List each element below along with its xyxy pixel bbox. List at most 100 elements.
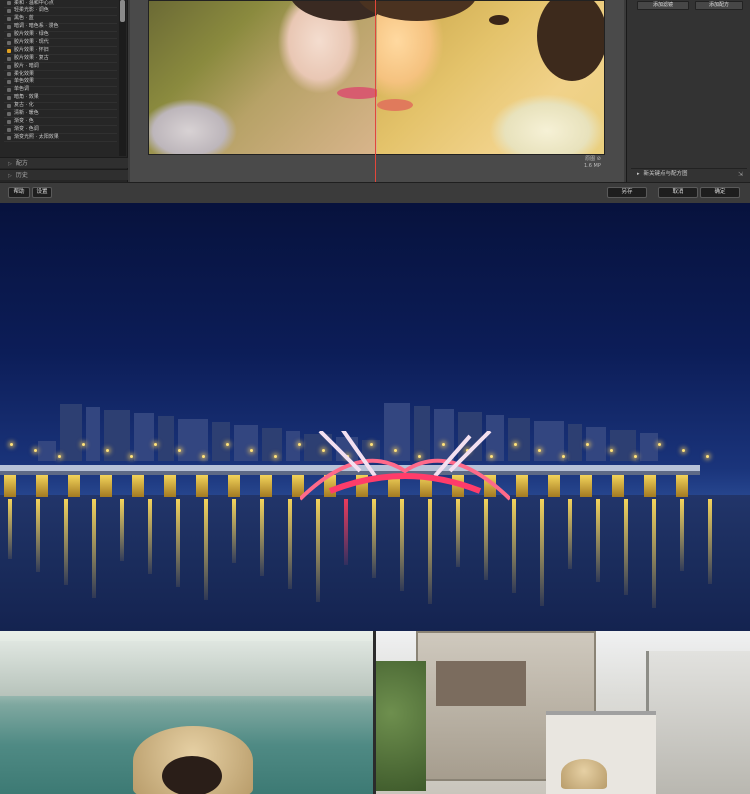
reflection-streak [92,499,96,598]
ok-button[interactable]: 确定 [700,187,740,198]
preset-bullet-icon [7,1,11,6]
reflection-streak [64,499,68,585]
preset-bullet-icon [7,111,11,116]
reflection-streak [176,499,180,587]
reflection-streak [456,499,460,567]
reflection-streak [204,499,208,600]
eye-shape [489,15,509,25]
pier-shape [68,475,80,497]
pier-shape [260,475,272,497]
pier-shape [580,475,592,497]
lamp-light [538,449,541,452]
lamp-light [82,443,85,446]
lamp-light [706,455,709,458]
pier-shape [36,475,48,497]
building-shape [640,433,658,461]
preset-bullet-icon [7,96,11,101]
history-label: 历史 [15,172,28,179]
save-as-button[interactable]: 另存 [607,187,647,198]
lamp-light [154,443,157,446]
preset-bullet-icon [7,135,11,140]
reflection-streak [316,499,320,602]
preset-bullet-icon [7,88,11,93]
reflection-streak [372,499,376,578]
reflection-streak [8,499,12,559]
lamp-light [250,449,253,452]
girl-photo-left [0,631,373,794]
pier-shape [676,475,688,497]
hair-shape [537,1,604,81]
image-size-label: 1.6 MP [584,163,601,169]
pier-shape [4,475,16,497]
lamp-light [34,449,37,452]
split-preview-photo[interactable] [148,0,605,155]
settings-button[interactable]: 设置 [32,187,52,198]
pier-shape [644,475,656,497]
reflection-streak [232,499,236,563]
building-shape [586,427,606,461]
keypoint-row[interactable]: ▸ 新关键点与配方图 ⇲ [631,168,747,179]
reflection-streak [148,499,152,574]
reflection-streak [288,499,292,589]
recipes-row[interactable]: ▷ 配方 [0,157,128,168]
lips-shape [377,99,413,111]
add-recipe-button[interactable]: 添加配方 [695,1,743,10]
reflection-streak [428,499,432,604]
lamp-light [106,449,109,452]
reflection-streak [260,499,264,576]
expand-arrow-icon: ▸ [637,171,640,177]
reflection-streak [624,499,628,595]
preset-bullet-icon [7,17,11,22]
building-shape [262,428,282,461]
add-filter-button[interactable]: 添加滤镜 [637,1,689,10]
lamp-light [202,455,205,458]
building-shape [212,422,230,461]
window-shape [436,661,526,706]
preset-bullet-icon [7,48,11,53]
photo-editor-window: 柔和 · 温和中心点 轻柔光影 · 调色 黑色 · 蓝暗调 · 暗色系 · 漫色 胶片… [0,0,750,203]
preset-item-label: 黑色 · 蓝 [14,15,34,22]
keypoint-label: 新关键点与配方图 [643,171,688,177]
screenshot-root: 柔和 · 温和中心点 轻柔光影 · 调色 黑色 · 蓝暗调 · 暗色系 · 漫色 胶片… [0,0,750,794]
reflection-streak [36,499,40,572]
preset-scrollbar[interactable] [119,0,126,156]
reflection-streak [400,499,404,591]
resize-corner-icon: ⇲ [737,171,743,178]
bridge-arch [300,431,510,501]
reflection-streak [120,499,124,561]
reflection-streak [708,499,712,584]
cancel-button[interactable]: 取消 [658,187,698,198]
reflection-streak [344,499,348,565]
building-shape [646,651,750,794]
help-button[interactable]: 帮助 [8,187,30,198]
lamp-light [562,455,565,458]
preset-item-label: 暗调 · 暗色系 · 漫色 [14,23,59,30]
pier-shape [612,475,624,497]
lamp-light [658,443,661,446]
reflection-streak [596,499,600,582]
preset-item[interactable]: 渐变光照 · 太阳效果 [4,133,117,143]
preset-bullet-icon [7,127,11,132]
lamp-light [130,455,133,458]
preset-item-label: 渐变光照 · 太阳效果 [14,133,59,140]
preset-bullet-icon [7,33,11,37]
pier-shape [516,475,528,497]
bottom-toolbar: 帮助 设置 另存 取消 确定 [0,182,750,203]
expand-arrow-icon: ▷ [8,173,12,179]
building-shape [60,404,82,461]
lamp-light [514,443,517,446]
preset-list: 柔和 · 温和中心点 轻柔光影 · 调色 黑色 · 蓝暗调 · 暗色系 · 漫色 胶片… [4,0,117,156]
original-label: 原图 ⊘ [585,156,601,162]
preset-bullet-icon [7,64,11,69]
preset-item-label: 胶片 · 暗调 [14,62,39,69]
preset-item-label: 清新 · 暖色 [14,109,39,116]
preset-item-label: 暗角 · 效果 [14,94,39,101]
lamp-light [610,449,613,452]
building-shape [38,441,56,461]
expand-arrow-icon: ▷ [8,161,12,167]
history-row[interactable]: ▷ 历史 [0,169,128,180]
reflection-streak [652,499,656,608]
preset-bullet-icon [7,25,11,30]
before-after-split-line[interactable] [375,0,376,182]
scrollbar-thumb[interactable] [120,0,125,22]
